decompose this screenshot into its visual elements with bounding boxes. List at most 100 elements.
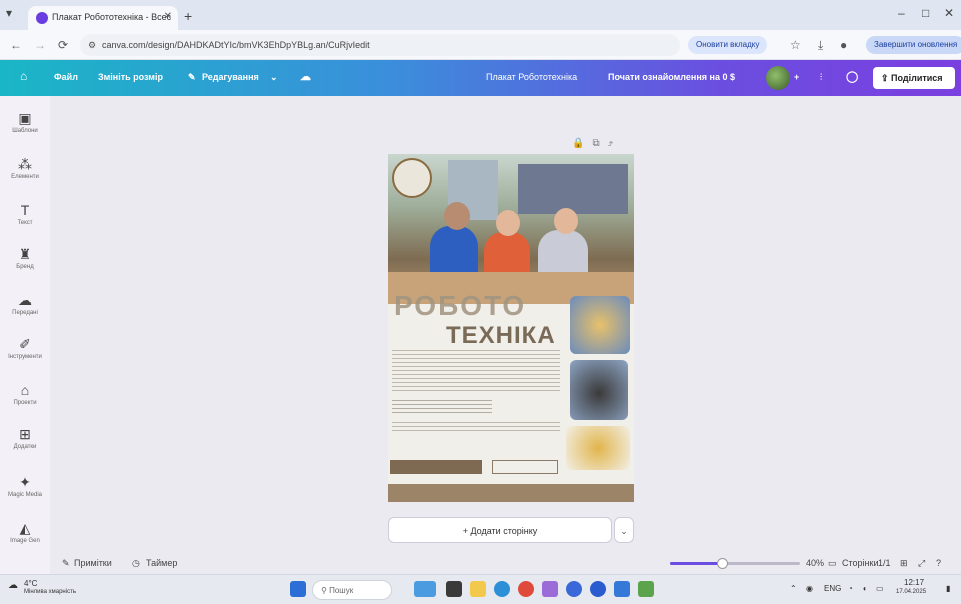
trial-button[interactable]: Почати ознайомлення на 0 $: [608, 72, 735, 82]
browser-tab-bar: ▾ Плакат Робототехніка - Всес ✕ + – □ ✕: [0, 0, 961, 30]
add-page-icon[interactable]: ⤴: [608, 138, 622, 149]
app-icon[interactable]: [614, 581, 630, 597]
elements-icon: ⁂: [18, 156, 32, 172]
notification-icon[interactable]: ▮: [946, 584, 950, 593]
widgets-icon[interactable]: [414, 581, 436, 597]
back-button[interactable]: ←: [10, 38, 22, 52]
sidebar-label: Текст: [17, 220, 33, 226]
finish-update-pill[interactable]: Завершити оновлення: [866, 36, 961, 54]
tray-chevron-icon[interactable]: ⌃: [790, 584, 797, 593]
sidebar-item-templates[interactable]: ▣ Шаблони: [0, 110, 50, 134]
poster-page[interactable]: РОБОТО ТЕХНІКА: [388, 154, 634, 502]
tray-app-icon[interactable]: ◉: [806, 584, 813, 593]
browser-tab[interactable]: Плакат Робототехніка - Всес ✕: [28, 6, 178, 30]
profile-icon[interactable]: ●: [840, 38, 847, 52]
clock-time[interactable]: 12:17: [904, 578, 924, 587]
classroom-photo: [388, 154, 634, 304]
sidebar-item-image-gen[interactable]: ◭ Image Gen: [0, 520, 50, 544]
taskbar-search[interactable]: ⚲ Пошук: [312, 580, 392, 600]
kid-head-shape: [496, 210, 520, 236]
app-icon[interactable]: [638, 581, 654, 597]
share-button[interactable]: ⇪ Поділитися: [873, 67, 955, 89]
editing-menu[interactable]: Редагування: [202, 72, 259, 82]
home-icon[interactable]: ⌂: [20, 69, 27, 83]
update-tab-pill[interactable]: Оновити вкладку: [688, 36, 768, 54]
lock-icon[interactable]: 🔒: [572, 138, 592, 149]
forward-button[interactable]: →: [34, 38, 46, 52]
avatar[interactable]: [766, 66, 790, 90]
tools-icon: ✐: [19, 336, 31, 352]
school-logo: [392, 158, 432, 198]
tab-close-icon[interactable]: ✕: [164, 11, 172, 22]
analytics-icon[interactable]: ⫶: [820, 72, 822, 83]
reload-button[interactable]: ⟳: [58, 38, 68, 52]
grid-view-icon[interactable]: ⊞: [900, 558, 908, 569]
duplicate-icon[interactable]: ⧉: [592, 138, 607, 149]
plus-icon[interactable]: +: [794, 72, 799, 82]
clock-date: 17.04.2025: [896, 589, 927, 595]
templates-icon: ▣: [18, 110, 32, 126]
app-icon[interactable]: [590, 581, 606, 597]
app-icon[interactable]: [542, 581, 558, 597]
maximize-button[interactable]: □: [922, 6, 929, 20]
chevron-down-icon: ⌄: [270, 72, 278, 82]
sidebar-item-elements[interactable]: ⁂ Елементи: [0, 156, 50, 180]
tab-menu-icon[interactable]: ▾: [6, 6, 12, 20]
language-icon[interactable]: ENG: [824, 584, 841, 593]
sidebar-label: Передані: [12, 310, 38, 316]
close-window-button[interactable]: ✕: [944, 6, 954, 20]
design-title[interactable]: Плакат Робототехніка: [486, 72, 577, 82]
sidebar-item-text[interactable]: T Текст: [0, 202, 50, 226]
sidebar-item-brand[interactable]: ♜ Бренд: [0, 246, 50, 270]
pages-icon: ▭: [828, 558, 837, 568]
zoom-slider[interactable]: [670, 558, 800, 569]
weather-temp[interactable]: 4°C: [24, 579, 37, 588]
sidebar-label: Image Gen: [10, 538, 40, 544]
image-gen-icon: ◭: [19, 520, 31, 536]
add-page-button[interactable]: + Додати сторінку: [388, 517, 612, 543]
file-explorer-icon[interactable]: [470, 581, 486, 597]
task-view-icon[interactable]: [446, 581, 462, 597]
add-page-chevron[interactable]: ⌄: [614, 517, 634, 543]
projects-icon: ⌂: [20, 382, 30, 398]
sidebar-item-magic-media[interactable]: ✦ Magic Media: [0, 474, 50, 498]
volume-icon[interactable]: ◖: [862, 584, 867, 593]
download-icon[interactable]: ⤓: [818, 38, 823, 53]
resize-button[interactable]: Змініть розмір: [98, 72, 163, 82]
sidebar-item-projects[interactable]: ⌂ Проекти: [0, 382, 50, 406]
chrome-icon[interactable]: [518, 581, 534, 597]
battery-icon[interactable]: ▭: [876, 584, 884, 593]
file-menu[interactable]: Файл: [54, 72, 78, 82]
uploads-icon: ☁: [18, 292, 32, 308]
url-bar[interactable]: ⚙ canva.com/design/DAHDKADtYIc/bmVK3EhDp…: [80, 34, 680, 56]
sidebar-item-uploads[interactable]: ☁ Передані: [0, 292, 50, 316]
fullscreen-icon[interactable]: ⤢: [918, 558, 925, 569]
app-icon[interactable]: [566, 581, 582, 597]
poster-outline-box: [492, 460, 558, 474]
poster-title-main: ТЕХНІКА: [446, 322, 556, 349]
minimize-button[interactable]: –: [898, 6, 905, 20]
notes-button[interactable]: Примітки: [74, 558, 112, 568]
share-label: Поділитися: [891, 73, 943, 83]
timer-button[interactable]: Таймер: [146, 558, 177, 568]
edge-icon[interactable]: [494, 581, 510, 597]
network-icon[interactable]: ◔: [848, 584, 853, 593]
bookmark-star-icon[interactable]: ☆: [790, 38, 801, 52]
canva-toolbar: ⌂ Файл Змініть розмір ✎ Редагування ⌄ ☁ …: [0, 60, 961, 96]
poster-body-text: [392, 350, 560, 434]
page-tools: 🔒⧉⤴: [572, 138, 621, 149]
comment-icon[interactable]: ◯: [846, 70, 858, 83]
help-icon[interactable]: ?: [936, 558, 941, 568]
sidebar-label: Додатки: [13, 444, 37, 450]
weather-desc: Мінлива хмарність: [24, 589, 76, 595]
cloud-save-icon[interactable]: ☁: [300, 70, 311, 83]
share-icon: ⇪: [881, 73, 892, 83]
zoom-level[interactable]: 40%: [806, 558, 824, 568]
start-icon[interactable]: [290, 581, 306, 597]
sidebar-item-tools[interactable]: ✐ Інструменти: [0, 336, 50, 360]
sidebar-item-apps[interactable]: ⊞ Додатки: [0, 426, 50, 450]
site-info-icon[interactable]: ⚙: [88, 40, 96, 51]
pages-button[interactable]: Сторінки: [842, 558, 878, 568]
new-tab-button[interactable]: +: [184, 8, 192, 24]
zoom-slider-knob[interactable]: [717, 558, 728, 569]
